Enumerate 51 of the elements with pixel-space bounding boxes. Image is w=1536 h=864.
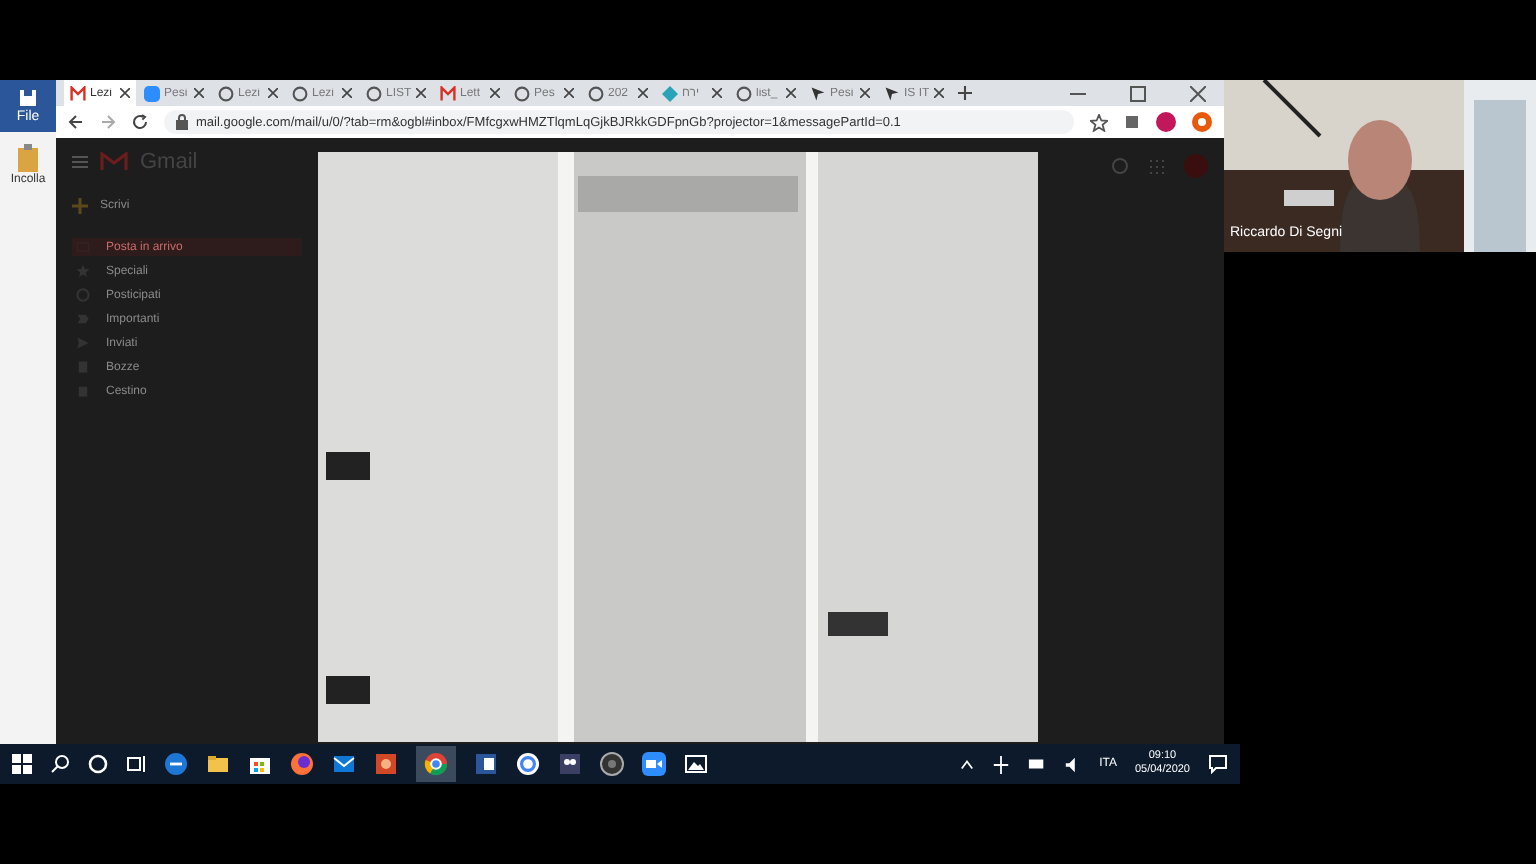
close-icon[interactable] [638,88,648,98]
close-icon[interactable] [416,88,426,98]
task-view-icon[interactable] [126,754,146,774]
camera-icon[interactable] [642,752,666,776]
reload-icon[interactable] [132,114,148,130]
search-icon[interactable] [50,754,70,774]
maximize-icon[interactable] [1130,85,1146,101]
cursor-icon [884,85,900,101]
battery-icon[interactable] [1027,758,1046,770]
plus-icon[interactable] [958,86,972,100]
plus-icon [72,198,88,214]
save-icon[interactable] [18,88,38,108]
mountain-image-icon[interactable] [684,752,708,776]
cursor-icon [810,85,826,101]
close-icon[interactable] [1190,85,1206,101]
inbox-icon [76,240,90,254]
clipboard-icon[interactable] [16,144,40,172]
close-icon[interactable] [934,88,944,98]
circle-icon[interactable] [88,754,108,774]
envelope-m-icon [100,152,128,172]
close-icon[interactable] [342,88,352,98]
m-logo-icon [70,85,86,101]
windows-logo-icon[interactable] [12,754,32,774]
globe-icon [218,85,234,101]
m-logo-icon [440,85,456,101]
close-icon[interactable] [194,88,204,98]
globe-icon [366,85,382,101]
chrome-icon[interactable] [416,746,456,782]
folder-icon[interactable] [206,752,230,776]
diamond-icon [662,85,678,101]
close-icon[interactable] [120,88,130,98]
close-icon[interactable] [490,88,500,98]
slides-icon[interactable] [374,752,398,776]
document-icon[interactable] [474,752,498,776]
close-icon[interactable] [786,88,796,98]
back-icon[interactable] [68,114,84,130]
close-icon[interactable] [564,88,574,98]
globe-icon [736,85,752,101]
lock-icon [176,114,188,130]
notification-icon[interactable] [1208,754,1228,774]
globe-icon [588,85,604,101]
envelope-icon[interactable] [332,752,356,776]
star-icon[interactable] [1090,113,1108,131]
close-icon[interactable] [268,88,278,98]
globe-icon [514,85,530,101]
globe-icon [292,85,308,101]
avatar-icon[interactable] [1156,112,1176,132]
disc-icon[interactable] [600,752,624,776]
close-icon[interactable] [712,88,722,98]
caret-up-icon[interactable] [959,757,974,771]
close-icon[interactable] [860,88,870,98]
